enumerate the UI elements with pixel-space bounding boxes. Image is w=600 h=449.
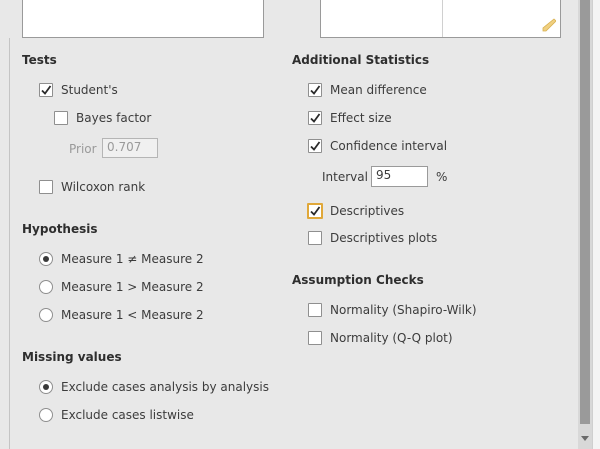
hypothesis-label-greater: Measure 1 > Measure 2 [61, 280, 204, 294]
missing-label-listwise: Exclude cases listwise [61, 408, 194, 422]
students-checkbox[interactable] [39, 83, 53, 97]
mean-difference-label: Mean difference [330, 83, 427, 97]
normality-shapiro-label: Normality (Shapiro-Wilk) [330, 303, 477, 317]
scrollbar-thumb[interactable] [580, 0, 590, 424]
normality-qq-label: Normality (Q-Q plot) [330, 331, 453, 345]
panel-left-border [9, 38, 10, 449]
assumption-checks-section-title: Assumption Checks [292, 273, 424, 287]
descriptives-label: Descriptives [330, 204, 405, 218]
interval-label: Interval [322, 170, 368, 184]
variables-list[interactable] [22, 0, 264, 38]
descriptives-checkbox[interactable] [307, 203, 323, 219]
paired-variables-list[interactable] [320, 0, 561, 38]
effect-size-checkbox[interactable] [308, 111, 322, 125]
prior-input[interactable]: 0.707 [102, 138, 158, 158]
effect-size-label: Effect size [330, 111, 392, 125]
scroll-down-arrow-icon[interactable] [578, 432, 592, 446]
bayes-factor-option[interactable]: Bayes factor [54, 111, 151, 125]
missing-values-section-title: Missing values [22, 350, 122, 364]
bayes-factor-checkbox[interactable] [54, 111, 68, 125]
students-option[interactable]: Student's [39, 83, 118, 97]
missing-radio-analysis[interactable] [39, 380, 53, 394]
bayes-factor-label: Bayes factor [76, 111, 152, 125]
interval-percent-label: % [436, 170, 448, 184]
confidence-interval-checkbox[interactable] [308, 139, 322, 153]
normality-shapiro-option[interactable]: Normality (Shapiro-Wilk) [308, 303, 477, 317]
missing-option-listwise[interactable]: Exclude cases listwise [39, 408, 194, 422]
mean-difference-option[interactable]: Mean difference [308, 83, 427, 97]
hypothesis-label-less: Measure 1 < Measure 2 [61, 308, 204, 322]
resize-grip-icon[interactable] [540, 17, 557, 33]
hypothesis-section-title: Hypothesis [22, 222, 98, 236]
normality-qq-option[interactable]: Normality (Q-Q plot) [308, 331, 453, 345]
descriptives-plots-label: Descriptives plots [330, 231, 438, 245]
confidence-interval-option[interactable]: Confidence interval [308, 139, 447, 153]
normality-qq-checkbox[interactable] [308, 331, 322, 345]
hypothesis-option-less[interactable]: Measure 1 < Measure 2 [39, 308, 204, 322]
wilcoxon-checkbox[interactable] [39, 180, 53, 194]
window-right-edge [592, 0, 600, 449]
hypothesis-radio-greater[interactable] [39, 280, 53, 294]
descriptives-plots-option[interactable]: Descriptives plots [308, 231, 437, 245]
wilcoxon-label: Wilcoxon rank [61, 180, 146, 194]
prior-label: Prior [69, 142, 97, 156]
descriptives-option[interactable]: Descriptives [307, 203, 405, 219]
interval-input[interactable]: 95 [371, 166, 428, 187]
wilcoxon-option[interactable]: Wilcoxon rank [39, 180, 145, 194]
normality-shapiro-checkbox[interactable] [308, 303, 322, 317]
confidence-interval-label: Confidence interval [330, 139, 448, 153]
hypothesis-label-not-equal: Measure 1 ≠ Measure 2 [61, 252, 204, 266]
hypothesis-option-greater[interactable]: Measure 1 > Measure 2 [39, 280, 204, 294]
tests-section-title: Tests [22, 53, 57, 67]
hypothesis-option-not-equal[interactable]: Measure 1 ≠ Measure 2 [39, 252, 204, 266]
list-column-divider [442, 0, 443, 37]
missing-radio-listwise[interactable] [39, 408, 53, 422]
students-label: Student's [61, 83, 118, 97]
hypothesis-radio-less[interactable] [39, 308, 53, 322]
missing-label-analysis: Exclude cases analysis by analysis [61, 380, 269, 394]
hypothesis-radio-not-equal[interactable] [39, 252, 53, 266]
mean-difference-checkbox[interactable] [308, 83, 322, 97]
additional-statistics-section-title: Additional Statistics [292, 53, 430, 67]
missing-option-analysis[interactable]: Exclude cases analysis by analysis [39, 380, 269, 394]
descriptives-plots-checkbox[interactable] [308, 231, 322, 245]
effect-size-option[interactable]: Effect size [308, 111, 392, 125]
